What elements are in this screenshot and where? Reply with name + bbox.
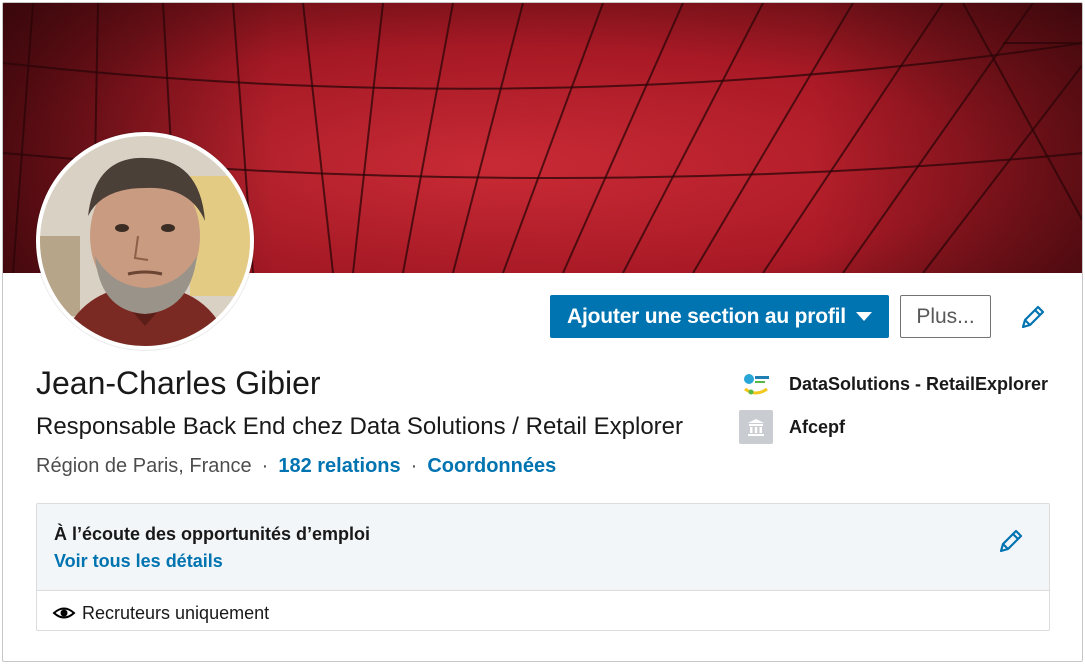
separator-dot: · (410, 455, 418, 477)
profile-photo[interactable] (36, 132, 254, 350)
profile-headline: Responsable Back End chez Data Solutions… (36, 413, 684, 440)
org-label: Afcepf (789, 416, 846, 437)
open-to-opportunities-card: À l’écoute des opportunités d’emploi Voi… (36, 503, 1050, 631)
datasolutions-logo (739, 367, 773, 401)
profile-meta: Région de Paris, France · 182 relations … (36, 455, 556, 478)
opportunities-header: À l’écoute des opportunités d’emploi Voi… (37, 504, 1049, 591)
add-profile-section-button[interactable]: Ajouter une section au profil (550, 295, 889, 338)
add-profile-section-label: Ajouter une section au profil (567, 304, 846, 328)
org-item-afcepf[interactable]: Afcepf (739, 410, 845, 444)
contact-info-link[interactable]: Coordonnées (427, 455, 556, 478)
profile-location: Région de Paris, France (36, 455, 252, 477)
eye-icon (52, 601, 76, 625)
school-icon (739, 410, 773, 444)
profile-name: Jean-Charles Gibier (36, 365, 321, 401)
visibility-row: Recruteurs uniquement (52, 601, 269, 625)
edit-profile-pencil-icon[interactable] (1018, 302, 1048, 332)
separator-dot: · (261, 455, 269, 477)
connections-link[interactable]: 182 relations (278, 455, 400, 478)
edit-opportunities-pencil-icon[interactable] (996, 526, 1026, 556)
see-all-details-link[interactable]: Voir tous les détails (54, 551, 223, 572)
org-label: DataSolutions - RetailExplorer (789, 373, 1049, 394)
opportunities-title: À l’écoute des opportunités d’emploi (54, 524, 371, 544)
more-button[interactable]: Plus... (900, 295, 991, 338)
caret-down-icon (855, 312, 872, 321)
profile-card: Ajouter une section au profil Plus... Je… (2, 2, 1083, 662)
org-item-datasolutions[interactable]: DataSolutions - RetailExplorer (739, 367, 1048, 401)
visibility-label: Recruteurs uniquement (82, 602, 270, 623)
